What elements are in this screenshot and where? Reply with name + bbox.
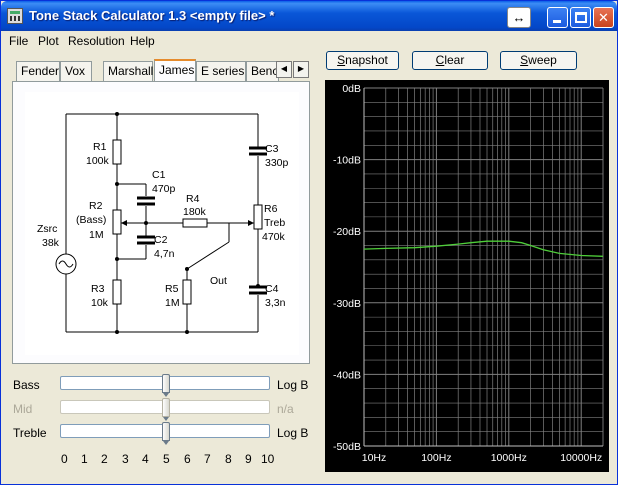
- c4-value: 3,3n: [265, 297, 286, 309]
- tab-e-series[interactable]: E series: [196, 61, 246, 81]
- title-bar[interactable]: Tone Stack Calculator 1.3 <empty file> *…: [1, 1, 617, 31]
- arrow-left-icon: ◀: [280, 64, 288, 73]
- r5-value: 1M: [165, 297, 180, 309]
- c1-name: C1: [152, 169, 166, 181]
- double-arrow-icon: ↔: [512, 10, 526, 25]
- frequency-response-plot[interactable]: 0dB -10dB -20dB -30dB -40dB -50dB 10Hz 100Hz 100…: [325, 80, 609, 472]
- r3-value: 10k: [91, 297, 109, 309]
- menu-plot[interactable]: Plot: [38, 34, 59, 48]
- y-tick-label: -20dB: [333, 226, 361, 238]
- main-window: Tone Stack Calculator 1.3 <empty file> *…: [0, 0, 618, 485]
- x-tick-label: 10000Hz: [560, 452, 602, 464]
- scale-tick-label: 7: [204, 452, 211, 466]
- tab-bench[interactable]: Benc: [246, 61, 279, 81]
- r3-name: R3: [91, 283, 105, 295]
- y-tick-label: -30dB: [333, 298, 361, 310]
- resize-arrows-button[interactable]: ↔: [507, 7, 531, 28]
- tab-fender[interactable]: Fender: [16, 61, 60, 81]
- r1-value: 100k: [86, 155, 110, 167]
- treble-slider-thumb[interactable]: [162, 422, 170, 445]
- mid-slider-thumb: [162, 398, 170, 421]
- r1-name: R1: [93, 141, 107, 153]
- r6-name: R6: [264, 203, 278, 215]
- arrow-right-icon: ▶: [297, 64, 305, 73]
- scale-tick-label: 8: [225, 452, 232, 466]
- plot-canvas: 0dB -10dB -20dB -30dB -40dB -50dB10Hz 100Hz 100…: [333, 83, 604, 464]
- sweep-button[interactable]: Sweep: [500, 51, 577, 70]
- c3-value: 330p: [265, 157, 289, 169]
- scale-tick-label: 4: [142, 452, 149, 466]
- c4-name: C4: [265, 283, 279, 295]
- scale-tick-label: 5: [163, 452, 170, 466]
- close-button[interactable]: ✕: [593, 7, 614, 28]
- treble-taper: Log B: [277, 426, 309, 440]
- out-label: Out: [210, 275, 227, 287]
- r2-note: (Bass): [76, 214, 106, 226]
- x-tick-label: 10Hz: [362, 452, 387, 464]
- scale-tick-label: 2: [101, 452, 108, 466]
- r2-value: 1M: [89, 229, 104, 241]
- r2-name: R2: [89, 200, 103, 212]
- clear-button[interactable]: Clear: [412, 51, 488, 70]
- r6-note: Treb: [264, 217, 285, 229]
- bass-taper: Log B: [277, 378, 309, 392]
- menu-help[interactable]: Help: [130, 34, 155, 48]
- y-tick-label: -10dB: [333, 155, 361, 167]
- scale-tick-label: 0: [61, 452, 68, 466]
- close-icon: ✕: [598, 10, 609, 25]
- tab-marshall[interactable]: Marshall: [103, 61, 153, 81]
- bass-label: Bass: [13, 378, 40, 392]
- x-tick-label: 100Hz: [421, 452, 451, 464]
- c1-value: 470p: [152, 183, 176, 195]
- r5-name: R5: [165, 283, 179, 295]
- calculator-icon[interactable]: [7, 8, 23, 24]
- window-title: Tone Stack Calculator 1.3 <empty file> *: [29, 8, 275, 23]
- treble-label: Treble: [13, 426, 47, 440]
- menu-file[interactable]: File: [9, 34, 28, 48]
- scale-tick-label: 3: [122, 452, 129, 466]
- mid-taper: n/a: [277, 402, 294, 416]
- response-curve: [363, 240, 604, 257]
- snapshot-button[interactable]: Snapshot: [326, 51, 399, 70]
- minimize-icon: [553, 20, 561, 23]
- tab-vox[interactable]: Vox: [60, 61, 92, 81]
- menu-bar: File Plot Resolution Help: [1, 31, 617, 50]
- c2-value: 4,7n: [154, 248, 175, 260]
- scale-tick-label: 9: [245, 452, 252, 466]
- schematic-panel: R1 100k C1 470p C3 330p R2 (Bass) 1M R4 …: [25, 92, 299, 355]
- tab-james[interactable]: James: [154, 59, 196, 82]
- schematic-diagram: R1 100k C1 470p C3 330p R2 (Bass) 1M R4 …: [37, 112, 289, 334]
- menu-resolution[interactable]: Resolution: [68, 34, 125, 48]
- minimize-button[interactable]: [547, 7, 568, 28]
- r4-value: 180k: [183, 206, 207, 218]
- scale-tick-label: 1: [81, 452, 88, 466]
- r6-value: 470k: [262, 231, 286, 243]
- bass-slider-thumb[interactable]: [162, 374, 170, 397]
- scale-tick-label: 10: [261, 452, 275, 466]
- r4-name: R4: [186, 193, 200, 205]
- zsrc-name: Zsrc: [37, 223, 57, 235]
- c3-name: C3: [265, 143, 279, 155]
- c2-name: C2: [154, 234, 168, 246]
- y-tick-label: -40dB: [333, 369, 361, 381]
- y-tick-label: -50dB: [333, 441, 361, 453]
- zsrc-value: 38k: [42, 237, 60, 249]
- y-tick-label: 0dB: [342, 83, 361, 95]
- maximize-button[interactable]: [570, 7, 591, 28]
- tab-scroll-right-button[interactable]: ▶: [293, 61, 309, 78]
- tab-scroll-left-button[interactable]: ◀: [276, 61, 292, 78]
- x-tick-label: 1000Hz: [491, 452, 527, 464]
- maximize-icon: [575, 12, 587, 23]
- mid-label: Mid: [13, 402, 33, 416]
- scale-tick-label: 6: [184, 452, 191, 466]
